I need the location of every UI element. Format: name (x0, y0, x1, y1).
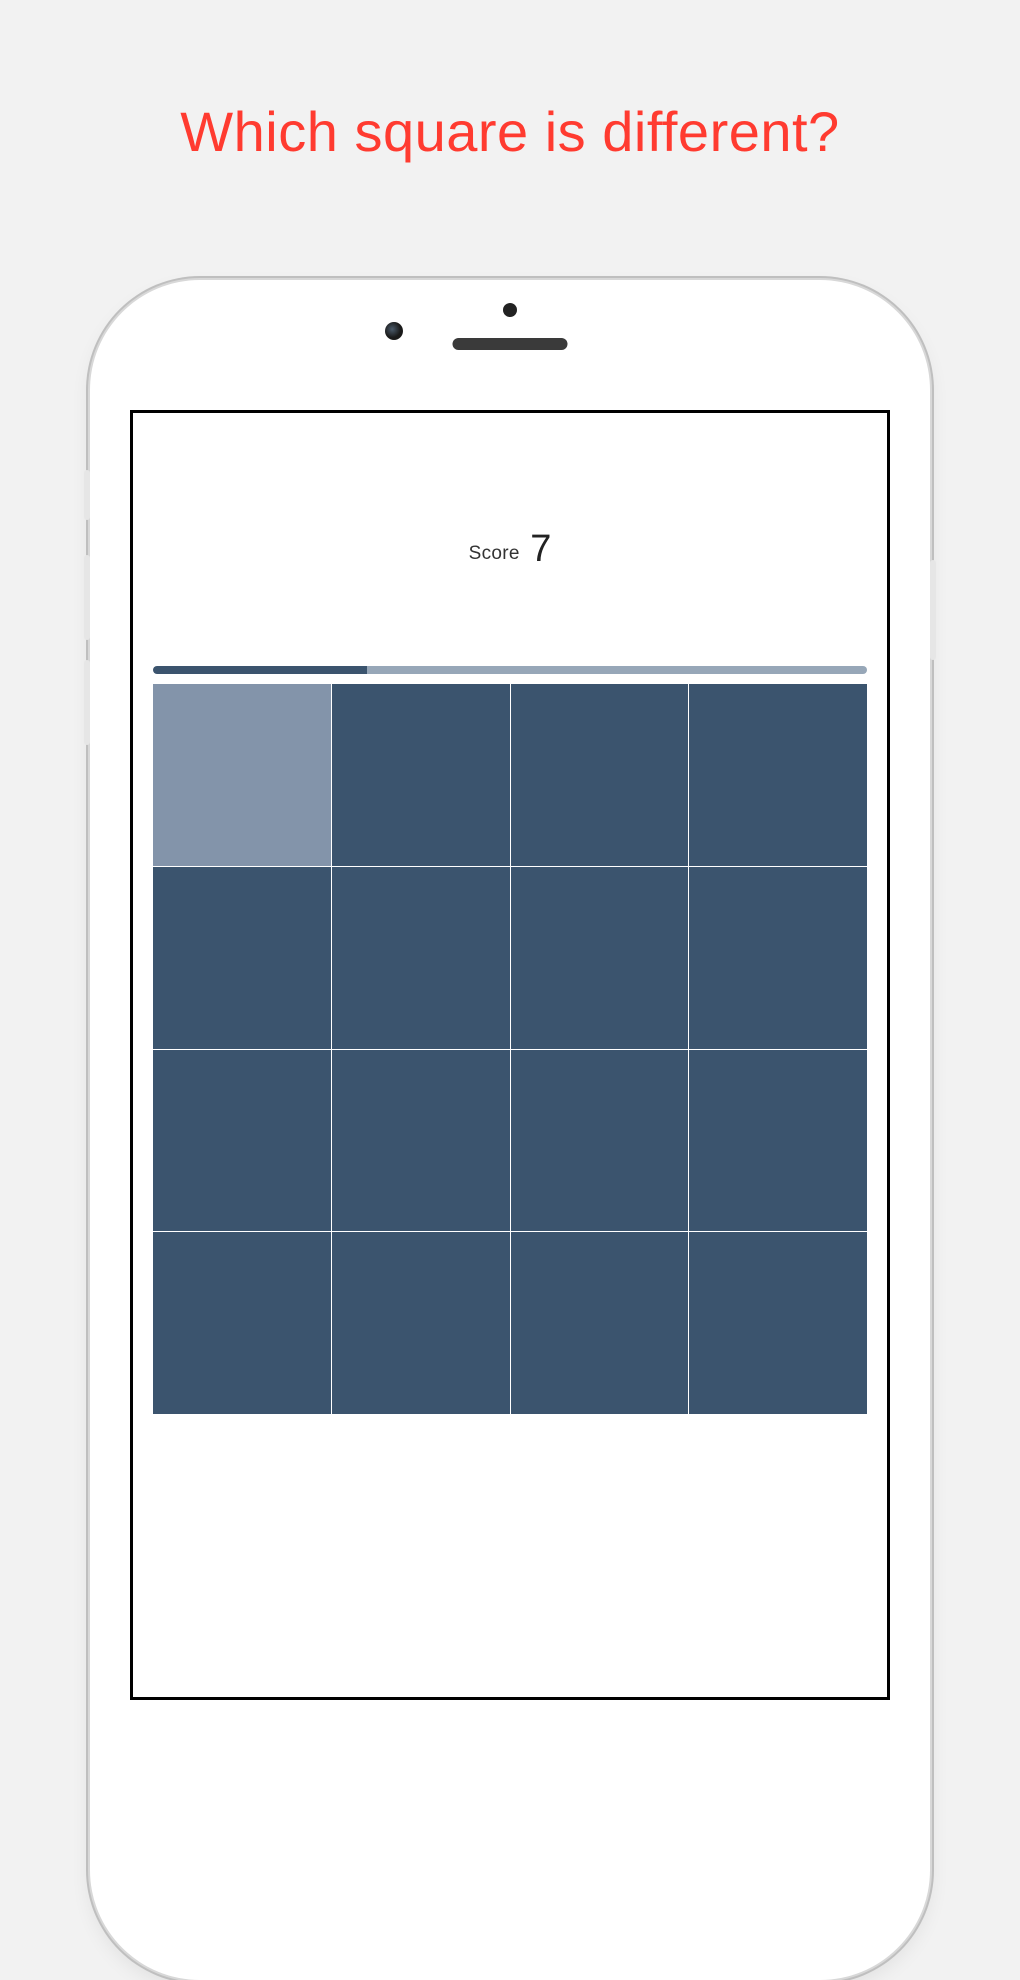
phone-speaker-icon (453, 338, 568, 350)
grid-cell[interactable] (153, 1232, 331, 1414)
timer-progress-fill (153, 666, 367, 674)
page-headline: Which square is different? (0, 0, 1020, 164)
grid-cell[interactable] (153, 1050, 331, 1232)
phone-frame: Score 7 (90, 280, 930, 1980)
grid-cell[interactable] (332, 867, 510, 1049)
phone-volume-down (84, 660, 90, 745)
grid-cell[interactable] (511, 684, 689, 866)
grid-cell[interactable] (153, 867, 331, 1049)
phone-volume-up (84, 555, 90, 640)
phone-power-button (930, 560, 936, 660)
grid-cell[interactable] (153, 684, 331, 866)
grid-cell[interactable] (689, 1050, 867, 1232)
grid-cell[interactable] (332, 1050, 510, 1232)
grid-cell[interactable] (511, 867, 689, 1049)
grid-cell[interactable] (511, 1050, 689, 1232)
grid-cell[interactable] (689, 867, 867, 1049)
grid-cell[interactable] (332, 684, 510, 866)
grid-cell[interactable] (689, 1232, 867, 1414)
score-area: Score 7 (133, 413, 887, 571)
phone-mute-switch (84, 470, 90, 520)
phone-camera-icon (385, 322, 403, 340)
score-label: Score (469, 543, 520, 564)
score-value: 7 (524, 528, 551, 570)
grid-cell[interactable] (332, 1232, 510, 1414)
grid-cell[interactable] (689, 684, 867, 866)
phone-sensor-icon (503, 303, 517, 317)
timer-progress-bar (153, 666, 867, 674)
grid-cell[interactable] (511, 1232, 689, 1414)
game-screen: Score 7 (130, 410, 890, 1700)
color-grid (153, 684, 867, 1414)
